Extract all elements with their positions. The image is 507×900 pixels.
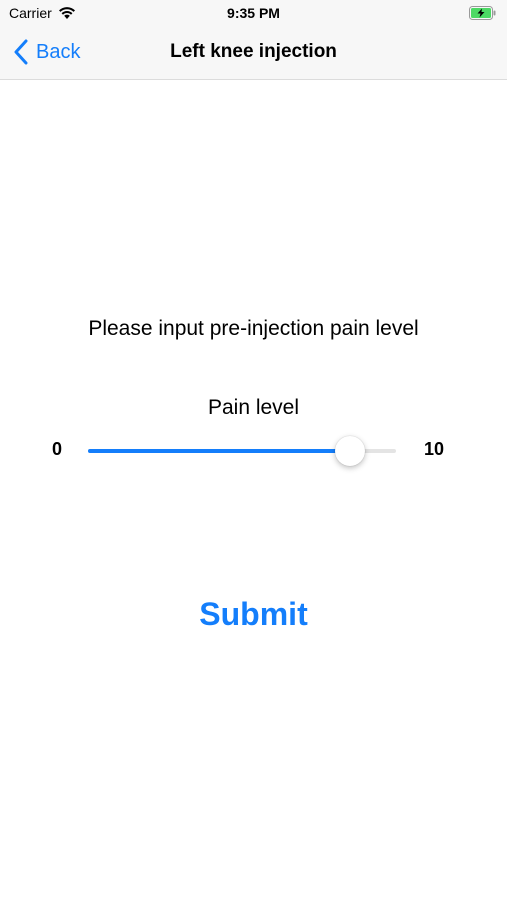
slider-max-label: 10 (424, 439, 445, 459)
slider-min-label: 0 (52, 439, 63, 459)
pain-level-slider[interactable] (88, 436, 396, 466)
status-bar: Carrier 9:35 PM (0, 0, 507, 28)
slider-thumb[interactable] (335, 436, 365, 466)
battery-charging-icon (469, 6, 496, 20)
page-title: Left knee injection (170, 41, 337, 62)
slider-label: Pain level (207, 396, 300, 419)
navigation-bar: Back Left knee injection (0, 28, 507, 80)
status-time: 9:35 PM (227, 5, 280, 21)
submit-button[interactable]: Submit (0, 596, 507, 633)
pain-level-prompt: Please input pre-injection pain level (88, 317, 419, 340)
slider-fill (88, 449, 350, 453)
